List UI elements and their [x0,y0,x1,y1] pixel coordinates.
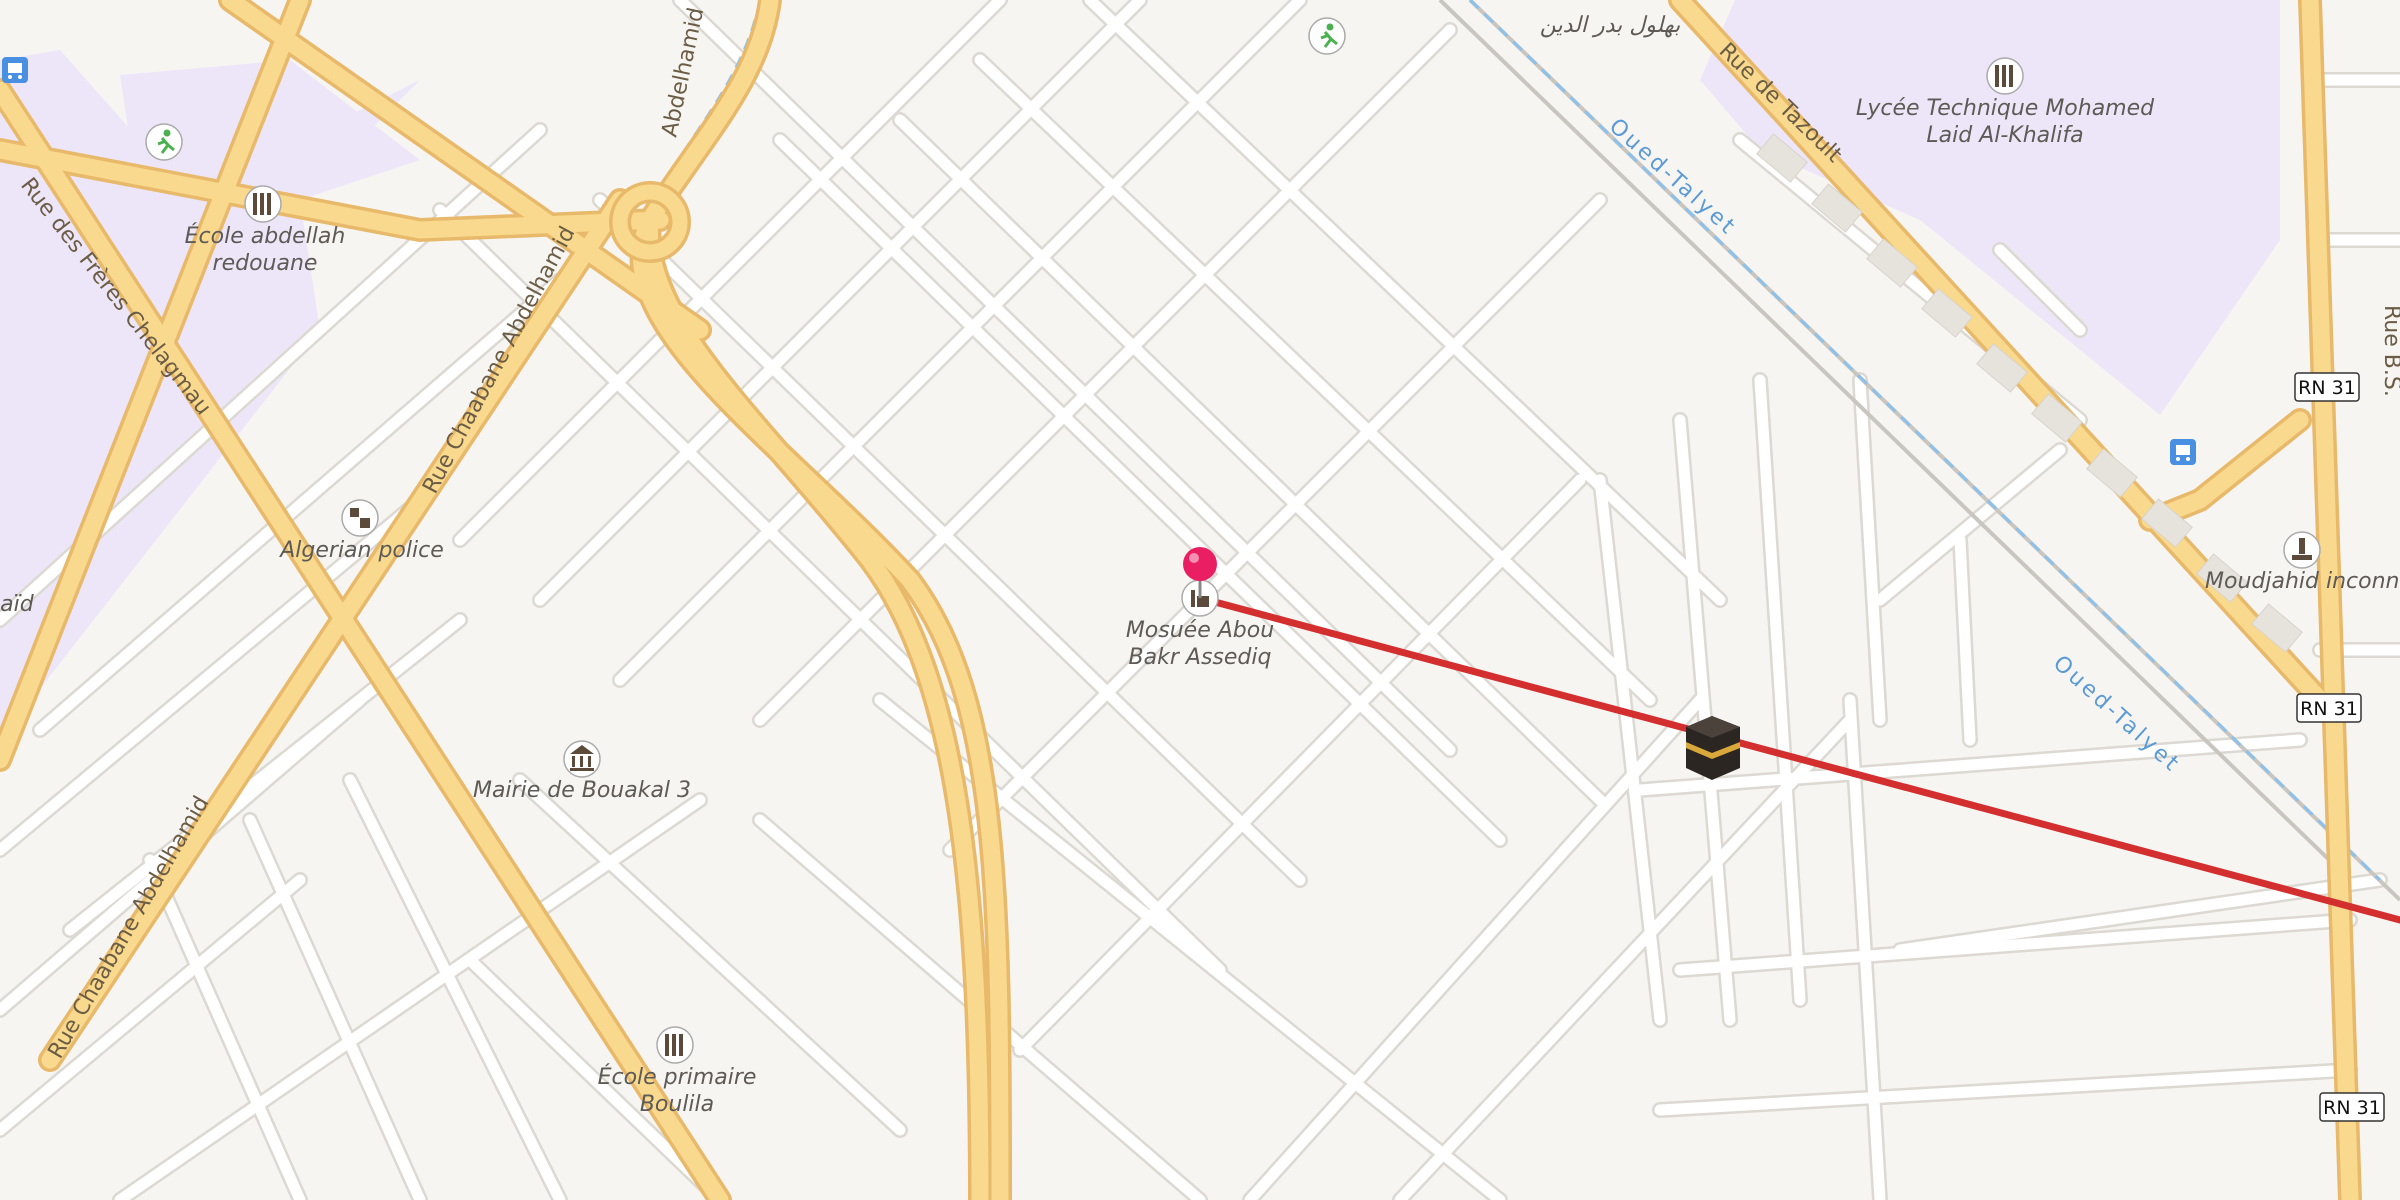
edge-label-left: laïd [0,592,35,617]
svg-text:RN 31: RN 31 [2300,698,2358,720]
route-shield: RN 31 [2294,372,2360,402]
poi-label: Algerian police [278,538,444,563]
poi-label: Laid Al-Khalifa [1926,123,2083,148]
svg-text:RN 31: RN 31 [2323,1097,2381,1119]
bus-stop-icon[interactable] [2,57,28,83]
poi-label: Mairie de Bouakal 3 [473,778,691,803]
street-label-rue-bs: Rue B.S. [2379,305,2400,397]
poi-label: École primaire [598,1064,757,1090]
poi-label-arabic: بهلول بدر الدين [1540,13,1680,38]
poi-label: Boulila [640,1092,714,1117]
poi-label: Bakr Assediq [1129,645,1272,670]
sports-icon[interactable] [1308,17,1346,55]
sports-icon[interactable] [145,123,183,161]
bus-stop-icon[interactable] [2170,439,2196,465]
school-icon [665,1034,683,1056]
route-shield: RN 31 [2296,693,2362,723]
map-canvas[interactable]: Rue des Frères Chelagmau Rue Chaabane Ab… [0,0,2400,1200]
poi-label: Mosuée Abou [1126,618,1274,643]
school-icon [1995,65,2013,87]
svg-text:RN 31: RN 31 [2298,377,2356,399]
poi-label: redouane [213,251,318,276]
route-shield: RN 31 [2319,1092,2385,1122]
school-icon [253,193,271,215]
kaaba-icon[interactable] [1686,716,1740,780]
poi-label: Moudjahid inconnu [2205,569,2400,594]
poi-label: École abdellah [185,223,346,249]
poi-label: Lycée Technique Mohamed [1856,96,2155,121]
